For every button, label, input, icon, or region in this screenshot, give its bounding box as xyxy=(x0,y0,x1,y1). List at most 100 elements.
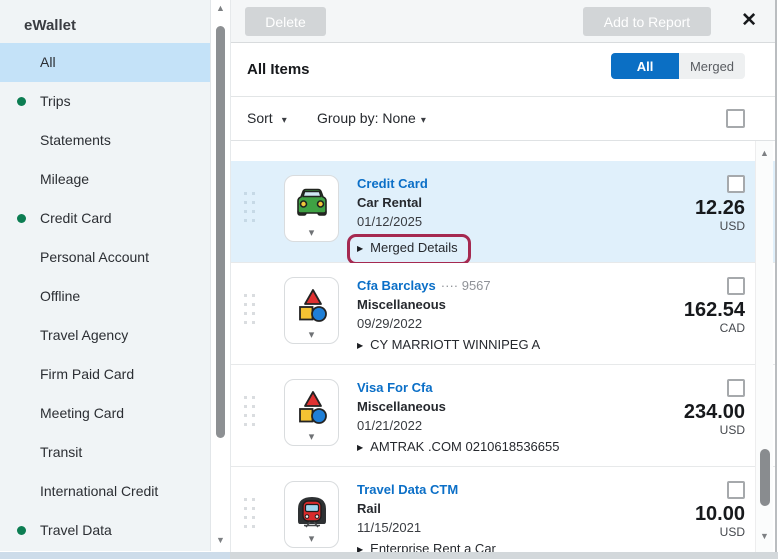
amount: 162.54 xyxy=(684,299,745,321)
item-checkbox[interactable] xyxy=(727,481,745,499)
active-dot-icon xyxy=(17,97,26,106)
chevron-down-icon: ▾ xyxy=(282,115,287,126)
action-toolbar: Delete Add to Report ✕ xyxy=(231,0,775,43)
sidebar-item-meeting-card[interactable]: Meeting Card xyxy=(0,394,210,433)
expense-details: Visa For Cfa Miscellaneous 01/21/2022 ▶A… xyxy=(357,378,559,466)
select-all-checkbox[interactable] xyxy=(726,109,745,128)
drag-handle-icon[interactable] xyxy=(244,396,257,466)
expense-date: 01/12/2025 xyxy=(357,212,471,231)
scroll-up-icon[interactable]: ▲ xyxy=(756,147,773,159)
expense-type-dropdown[interactable]: ▾ xyxy=(284,277,339,344)
vendor-details-toggle[interactable]: ▶CY MARRIOTT WINNIPEG A xyxy=(357,335,540,356)
sidebar-item-label: Travel Data xyxy=(40,522,112,538)
amount: 12.26 xyxy=(695,197,745,219)
ewallet-main-panel: Delete Add to Report ✕ All Items All Mer… xyxy=(230,0,775,559)
expense-row-car-rental[interactable]: ▾ Credit Card Car Rental 01/12/2025 ▶Mer… xyxy=(231,161,775,263)
scroll-down-icon[interactable]: ▼ xyxy=(211,534,230,546)
active-dot-icon xyxy=(17,214,26,223)
all-merged-toggle: All Merged xyxy=(611,53,745,79)
toggle-all[interactable]: All xyxy=(611,53,679,79)
toggle-merged[interactable]: Merged xyxy=(679,53,745,79)
delete-button[interactable]: Delete xyxy=(245,7,326,36)
vendor-details-toggle[interactable]: ▶AMTRAK .COM 0210618536655 xyxy=(357,437,559,458)
item-checkbox[interactable] xyxy=(727,175,745,193)
sidebar-item-label: Trips xyxy=(40,93,71,109)
currency: USD xyxy=(720,525,745,540)
vendor-details-toggle[interactable]: ▶Enterprise Rent a Car xyxy=(357,539,496,552)
chevron-down-icon: ▾ xyxy=(421,115,426,126)
currency: USD xyxy=(720,219,745,234)
sidebar-item-trips[interactable]: Trips xyxy=(0,82,210,121)
expense-type-dropdown[interactable]: ▾ xyxy=(284,175,339,242)
expense-type-dropdown[interactable]: ▾ xyxy=(284,379,339,446)
sidebar-item-all[interactable]: All xyxy=(0,43,210,82)
scroll-down-icon[interactable]: ▼ xyxy=(756,530,773,542)
sidebar-scrollbar-thumb[interactable] xyxy=(216,26,225,438)
list-scrollbar-thumb[interactable] xyxy=(760,449,770,506)
scroll-up-icon[interactable]: ▲ xyxy=(211,2,230,14)
chevron-down-icon: ▾ xyxy=(285,532,338,546)
drag-handle-icon[interactable] xyxy=(244,192,257,262)
page-title: All Items xyxy=(247,61,310,78)
sidebar-item-credit-card[interactable]: Credit Card xyxy=(0,199,210,238)
row-right: 10.00 USD xyxy=(695,481,745,552)
expense-row-visa-for-cfa[interactable]: ▾ Visa For Cfa Miscellaneous 01/21/2022 … xyxy=(231,365,775,467)
active-dot-icon xyxy=(17,526,26,535)
source-link[interactable]: Credit Card xyxy=(357,176,428,191)
source-link[interactable]: Travel Data CTM xyxy=(357,482,458,497)
sort-dropdown[interactable]: Sort▾ xyxy=(247,110,287,126)
sidebar-item-label: Personal Account xyxy=(40,249,149,265)
sidebar-item-firm-paid-card[interactable]: Firm Paid Card xyxy=(0,355,210,394)
sidebar-item-label: Statements xyxy=(40,132,111,148)
sidebar-item-travel-data[interactable]: Travel Data xyxy=(0,511,210,550)
row-right: 162.54 CAD xyxy=(684,277,745,364)
expense-type: Rail xyxy=(357,499,496,518)
expense-date: 11/15/2021 xyxy=(357,518,496,537)
sidebar-item-statements[interactable]: Statements xyxy=(0,121,210,160)
sidebar-item-label: International Credit xyxy=(40,483,158,499)
row-right: 12.26 USD xyxy=(695,175,745,262)
sidebar-item-transit[interactable]: Transit xyxy=(0,433,210,472)
close-icon[interactable]: ✕ xyxy=(741,10,757,32)
sidebar-item-travel-agency[interactable]: Travel Agency xyxy=(0,316,210,355)
expense-row-cfa-barclays[interactable]: ▾ Cfa Barclays···· 9567 Miscellaneous 09… xyxy=(231,263,775,365)
source-link[interactable]: Cfa Barclays xyxy=(357,278,436,293)
sidebar-item-label: Credit Card xyxy=(40,210,112,226)
expense-type-dropdown[interactable]: ▾ xyxy=(284,481,339,548)
list-scrollbar[interactable]: ▲ ▼ xyxy=(755,141,773,552)
expand-arrow-icon: ▶ xyxy=(357,443,363,452)
sidebar-item-offline[interactable]: Offline xyxy=(0,277,210,316)
item-checkbox[interactable] xyxy=(727,379,745,397)
sidebar-title: eWallet xyxy=(0,0,210,43)
expense-details: Cfa Barclays···· 9567 Miscellaneous 09/2… xyxy=(357,276,540,364)
ewallet-sidebar: eWallet All Trips Statements Mileage Cre… xyxy=(0,0,211,551)
source-link[interactable]: Visa For Cfa xyxy=(357,380,433,395)
sidebar-item-international-credit[interactable]: International Credit xyxy=(0,472,210,511)
add-to-report-button[interactable]: Add to Report xyxy=(583,7,711,36)
horizontal-scrollbar-track[interactable] xyxy=(0,552,778,559)
currency: CAD xyxy=(720,321,745,336)
chevron-down-icon: ▾ xyxy=(285,328,338,342)
merged-details-toggle[interactable]: ▶Merged Details xyxy=(347,234,471,265)
items-header: All Items All Merged xyxy=(231,43,775,97)
expense-row-travel-data-ctm[interactable]: ▾ Travel Data CTM Rail 11/15/2021 ▶Enter… xyxy=(231,467,775,552)
metro-icon xyxy=(293,491,331,529)
sidebar-scrollbar[interactable]: ▲ ▼ xyxy=(211,0,230,552)
group-by-dropdown[interactable]: Group by: None▾ xyxy=(317,110,426,126)
item-checkbox[interactable] xyxy=(727,277,745,295)
drag-handle-icon[interactable] xyxy=(244,294,257,364)
expense-details: Credit Card Car Rental 01/12/2025 ▶Merge… xyxy=(357,174,471,262)
list-controls: Sort▾ Group by: None▾ xyxy=(231,97,775,141)
expense-type: Miscellaneous xyxy=(357,397,559,416)
expand-arrow-icon: ▶ xyxy=(357,244,363,253)
window-right-edge xyxy=(775,0,777,559)
sidebar-item-mileage[interactable]: Mileage xyxy=(0,160,210,199)
expand-arrow-icon: ▶ xyxy=(357,545,363,552)
sidebar-item-personal-account[interactable]: Personal Account xyxy=(0,238,210,277)
chevron-down-icon: ▾ xyxy=(285,226,338,240)
sidebar-item-label: Travel Agency xyxy=(40,327,128,343)
expense-date: 09/29/2022 xyxy=(357,314,540,333)
row-right: 234.00 USD xyxy=(684,379,745,466)
drag-handle-icon[interactable] xyxy=(244,498,257,552)
sidebar-item-label: Meeting Card xyxy=(40,405,124,421)
